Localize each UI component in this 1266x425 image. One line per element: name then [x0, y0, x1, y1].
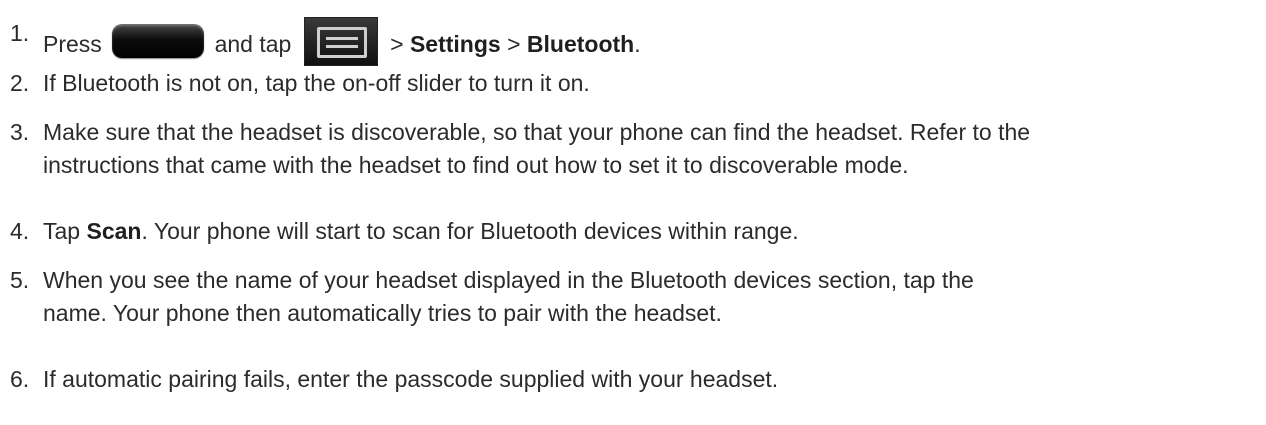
scan-label: Scan: [86, 218, 142, 244]
bluetooth-label: Bluetooth: [526, 31, 635, 57]
separator: >: [390, 31, 404, 57]
press-text: Press: [43, 31, 102, 57]
step-text: Make sure that the headset is discoverab…: [43, 116, 1243, 182]
separator: >: [507, 31, 521, 57]
period: .: [634, 31, 641, 57]
step-text: Tap Scan. Your phone will start to scan …: [43, 215, 1243, 248]
home-key-icon: [112, 24, 205, 58]
settings-label: Settings: [409, 31, 501, 57]
instruction-list: 1. Press and tap > Settings > Bluetooth.…: [0, 0, 1266, 425]
menu-key-icon: [303, 17, 378, 66]
step-text: If automatic pairing fails, enter the pa…: [43, 366, 779, 392]
step-text: Press and tap > Settings > Bluetooth.: [43, 17, 1243, 66]
step-text-rest: . Your phone will start to scan for Blue…: [141, 218, 799, 244]
tap-text: Tap: [43, 218, 81, 244]
step-1: 1. Press and tap > Settings > Bluetooth.: [0, 7, 1250, 66]
step-text: If Bluetooth is not on, tap the on-off s…: [43, 70, 590, 96]
step-text-line: name. Your phone then automatically trie…: [43, 300, 722, 326]
step-text: When you see the name of your headset di…: [43, 264, 1243, 330]
step-text-line: Make sure that the headset is discoverab…: [43, 119, 1031, 145]
and-tap-text: and tap: [214, 31, 292, 57]
step-text-line: instructions that came with the headset …: [43, 152, 909, 178]
step-text-line: When you see the name of your headset di…: [43, 267, 974, 293]
